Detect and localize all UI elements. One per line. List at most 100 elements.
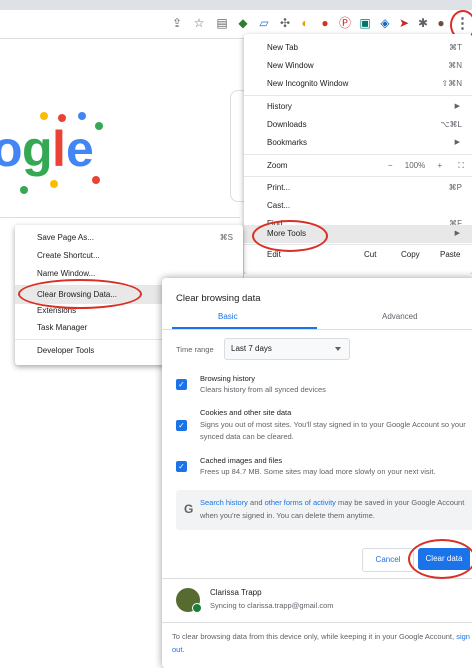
copy-button[interactable]: Copy: [401, 246, 420, 263]
menu-item-bookmarks[interactable]: Bookmarks ▶: [244, 134, 472, 151]
puzzle-icon[interactable]: ✱: [416, 16, 430, 30]
google-g-icon: G: [184, 502, 194, 516]
menu-separator: [244, 176, 472, 177]
time-range-value: Last 7 days: [231, 344, 272, 353]
extension-icon[interactable]: ◈: [378, 16, 392, 30]
menu-item-label: Bookmarks: [267, 138, 308, 147]
menu-item-label: Developer Tools: [37, 346, 95, 355]
google-doodle: o g l e: [0, 110, 115, 200]
shortcut-label: ⌘T: [449, 43, 462, 52]
page-card: [230, 90, 245, 202]
submenu-item-create-shortcut[interactable]: Create Shortcut...: [15, 247, 243, 265]
option-title: Cookies and other site data: [200, 408, 292, 417]
paste-button[interactable]: Paste: [440, 246, 460, 263]
menu-item-label: Edit: [267, 250, 281, 259]
zoom-out-button[interactable]: −: [388, 157, 393, 174]
menu-item-new-tab[interactable]: New Tab ⌘T: [244, 39, 472, 56]
menu-separator: [244, 95, 472, 96]
search-history-link[interactable]: Search history: [200, 498, 248, 507]
menu-item-label: Zoom: [267, 161, 288, 170]
menu-item-cast[interactable]: Cast...: [244, 197, 472, 214]
evernote-icon[interactable]: ◆: [236, 16, 250, 30]
reader-icon[interactable]: ▤: [215, 16, 229, 30]
menu-item-history[interactable]: History ▶: [244, 98, 472, 115]
zoom-controls: − 100% + ⛶: [378, 157, 464, 174]
footer-body: To clear browsing data from this device …: [172, 632, 457, 641]
menu-item-label: New Window: [267, 61, 314, 70]
option-title: Browsing history: [200, 374, 256, 383]
tab-basic[interactable]: Basic: [218, 312, 238, 321]
menu-separator: [244, 154, 472, 155]
tab-divider: [162, 329, 472, 330]
cut-button[interactable]: Cut: [364, 246, 376, 263]
zoom-in-button[interactable]: +: [437, 157, 442, 174]
menu-item-label: Name Window...: [37, 269, 96, 278]
menu-item-label: New Tab: [267, 43, 298, 52]
fullscreen-icon[interactable]: ⛶: [458, 157, 464, 174]
chevron-right-icon: ▶: [454, 139, 460, 146]
pinterest-icon[interactable]: Ⓟ: [338, 16, 352, 30]
extension-icon[interactable]: ▣: [358, 16, 372, 30]
option-description: Clears history from all synced devices: [200, 385, 326, 394]
dialog-title: Clear browsing data: [176, 293, 261, 304]
extension-icon[interactable]: ➤: [397, 16, 411, 30]
menu-item-label: Task Manager: [37, 323, 88, 332]
caret-down-icon: [335, 347, 341, 351]
menu-item-print[interactable]: Print... ⌘P: [244, 179, 472, 196]
option-title: Cached images and files: [200, 456, 283, 465]
menu-kebab-icon[interactable]: ⋮: [455, 14, 470, 34]
footer-text: To clear browsing data from this device …: [172, 630, 472, 656]
doodle-light: [92, 176, 100, 184]
menu-item-label: More Tools: [267, 229, 306, 238]
sync-badge-icon: [192, 603, 202, 613]
shortcut-label: ⇧⌘N: [441, 79, 462, 88]
page-divider: [0, 217, 240, 218]
time-range-label: Time range: [176, 345, 214, 354]
extension-icon[interactable]: ✣: [278, 16, 292, 30]
tab-strip: [0, 0, 472, 10]
doodle-light: [78, 112, 86, 120]
other-activity-link[interactable]: other forms of activity: [265, 498, 336, 507]
browsing-history-checkbox[interactable]: ✓: [176, 379, 187, 390]
menu-item-label: New Incognito Window: [267, 79, 349, 88]
footer-end: .: [182, 645, 185, 654]
extension-icon[interactable]: ◐: [298, 16, 312, 30]
menu-separator: [244, 244, 472, 245]
share-icon[interactable]: ⇪: [170, 16, 184, 30]
tab-advanced[interactable]: Advanced: [382, 312, 418, 321]
extension-icon[interactable]: ▱: [257, 16, 271, 30]
menu-item-label: Print...: [267, 183, 291, 192]
menu-item-new-window[interactable]: New Window ⌘N: [244, 57, 472, 74]
check-icon: ✓: [178, 421, 185, 430]
menu-item-downloads[interactable]: Downloads ⌥⌘L: [244, 116, 472, 133]
google-activity-info: G Search history and other forms of acti…: [176, 490, 472, 530]
clear-data-button[interactable]: Clear data: [418, 548, 470, 570]
profile-icon[interactable]: ●: [434, 16, 448, 30]
submenu-item-save-page[interactable]: Save Page As... ⌘S: [15, 229, 243, 247]
doodle-letter: e: [66, 121, 94, 177]
star-icon[interactable]: ☆: [192, 16, 206, 30]
option-description: Frees up 84.7 MB. Some sites may load mo…: [200, 467, 436, 476]
time-range-select[interactable]: Last 7 days: [224, 338, 350, 360]
option-description: Signs you out of most sites. You'll stay…: [200, 420, 466, 441]
shortcut-label: ⌘P: [448, 183, 462, 192]
cancel-button[interactable]: Cancel: [362, 548, 414, 572]
dialog-divider: [162, 622, 472, 623]
menu-item-label: Save Page As...: [37, 233, 94, 242]
shortcut-label: ⌘N: [448, 61, 462, 70]
check-icon: ✓: [178, 380, 185, 389]
doodle-letter: l: [52, 121, 66, 177]
doodle-light: [50, 180, 58, 188]
menu-item-label: Downloads: [267, 120, 307, 129]
chevron-right-icon: ▶: [454, 103, 460, 110]
cookies-checkbox[interactable]: ✓: [176, 420, 187, 431]
chrome-main-menu: New Tab ⌘T New Window ⌘N New Incognito Win…: [244, 34, 472, 274]
check-icon: ✓: [178, 462, 185, 471]
menu-item-new-incognito[interactable]: New Incognito Window ⇧⌘N: [244, 75, 472, 92]
clear-browsing-data-dialog: Clear browsing data Basic Advanced Time …: [162, 278, 472, 668]
menu-item-more-tools[interactable]: More Tools ▶: [244, 225, 472, 243]
doodle-light: [95, 122, 103, 130]
extension-icon[interactable]: ●: [318, 16, 332, 30]
menu-item-zoom: Zoom − 100% + ⛶: [244, 157, 472, 174]
cached-images-checkbox[interactable]: ✓: [176, 461, 187, 472]
